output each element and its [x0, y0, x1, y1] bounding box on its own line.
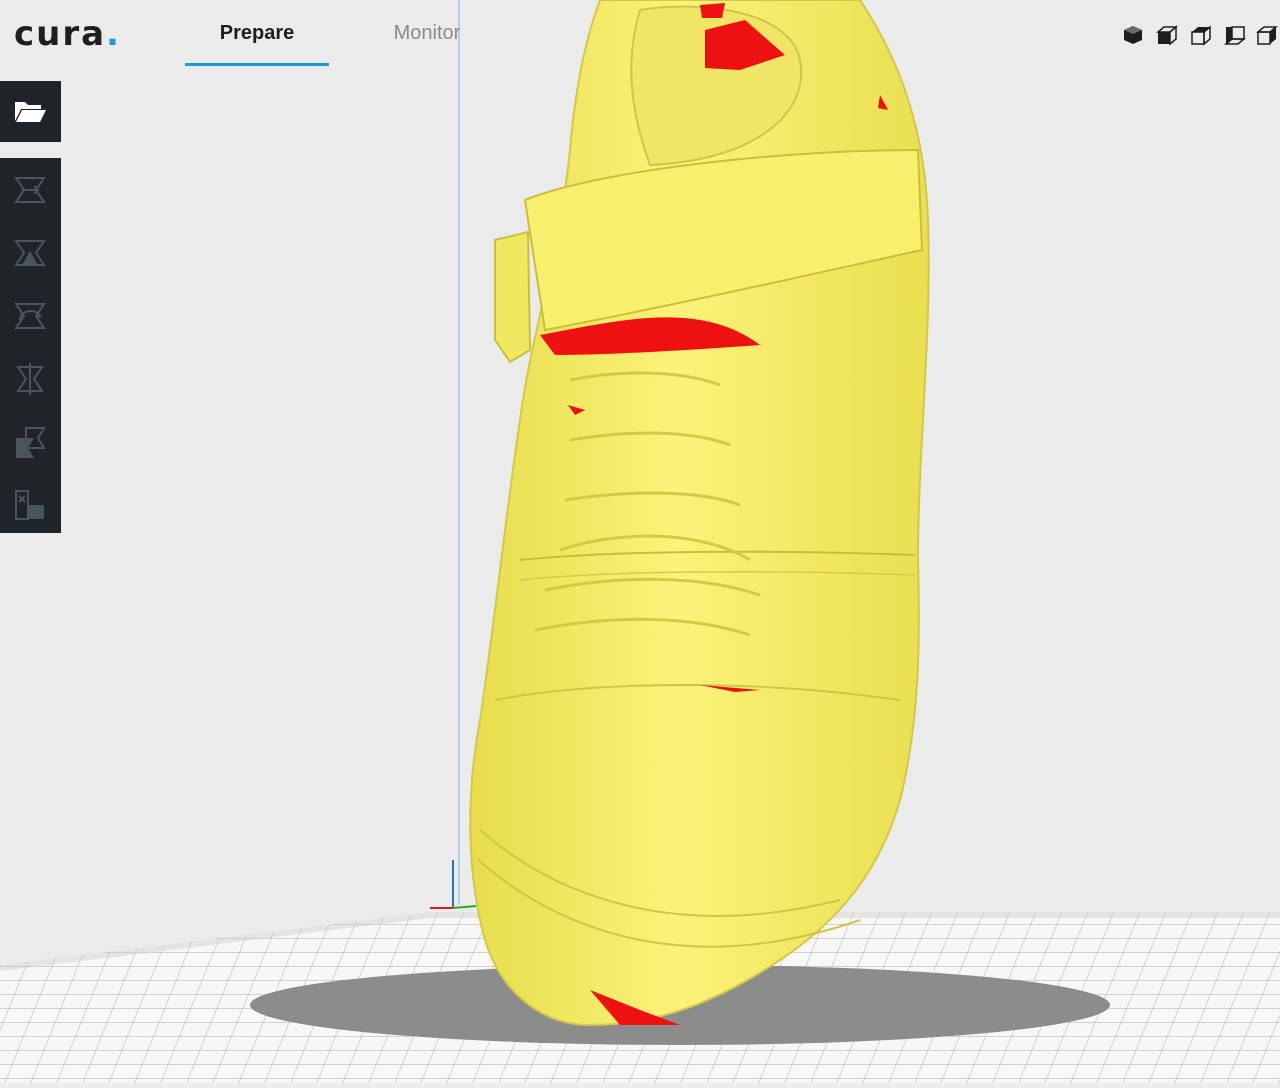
support-blocker-icon	[15, 490, 44, 520]
scale-tool-icon	[14, 240, 46, 266]
shoe-model[interactable]	[469, 0, 930, 1027]
logo-dot: .	[106, 14, 121, 54]
logo-text: cura	[14, 14, 107, 54]
per-model-settings-button[interactable]	[12, 424, 48, 460]
tab-monitor-label: Monitor	[393, 22, 461, 44]
per-model-settings-icon	[16, 427, 46, 458]
tab-monitor[interactable]: Monitor	[370, 22, 484, 66]
mirror-tool-icon	[16, 363, 44, 395]
translate-tool-icon	[14, 177, 46, 203]
view-right-icon	[1255, 26, 1279, 45]
tab-prepare-label: Prepare	[219, 22, 295, 44]
view-front-button[interactable]	[1155, 24, 1179, 46]
view-front-icon	[1155, 25, 1179, 46]
active-tab-indicator	[185, 63, 329, 66]
support-blocker-button[interactable]	[12, 487, 48, 523]
rotate-tool-button[interactable]	[12, 298, 48, 334]
view-right-button[interactable]	[1255, 24, 1279, 46]
view-left-button[interactable]	[1223, 24, 1247, 46]
top-bar: cura. Prepare Monitor	[0, 0, 1280, 70]
3d-viewport[interactable]	[0, 0, 1280, 1083]
view-left-icon	[1223, 26, 1247, 45]
rotate-tool-icon	[14, 303, 46, 329]
open-file-button[interactable]	[0, 81, 61, 142]
axis-indicator	[430, 0, 477, 909]
view-top-button[interactable]	[1190, 24, 1212, 46]
view-3d-button[interactable]	[1122, 24, 1144, 46]
tab-prepare[interactable]: Prepare	[185, 22, 329, 66]
translate-tool-button[interactable]	[12, 172, 48, 208]
scale-tool-button[interactable]	[12, 235, 48, 271]
folder-open-icon	[12, 93, 48, 129]
cura-logo: cura.	[14, 14, 121, 54]
view-3d-icon	[1124, 26, 1142, 44]
mirror-tool-button[interactable]	[12, 361, 48, 397]
tool-panel	[0, 158, 61, 533]
view-top-icon	[1191, 25, 1211, 46]
